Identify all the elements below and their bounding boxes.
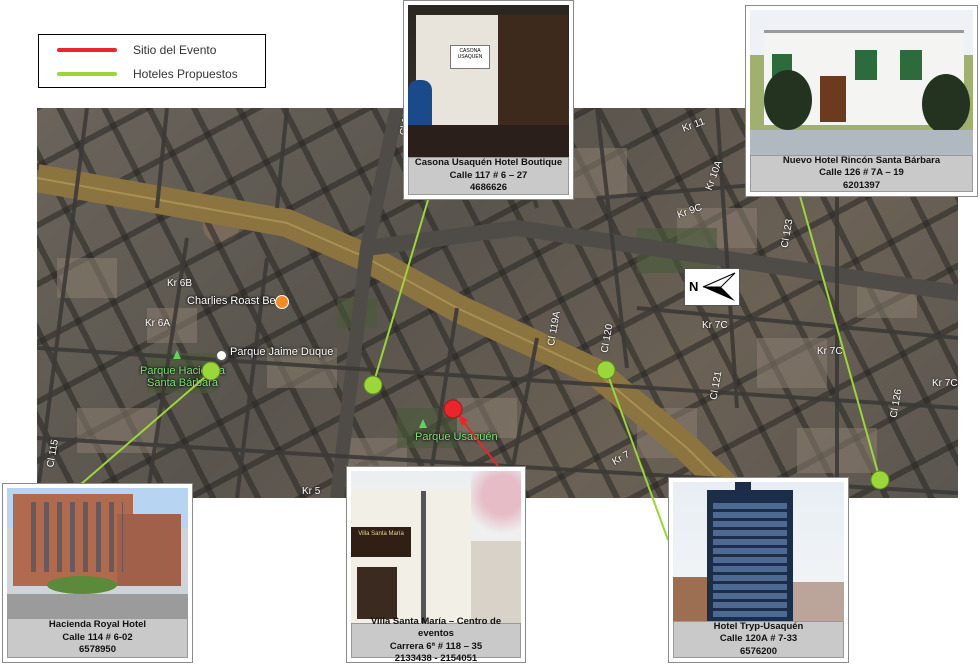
hotel-name: Casona Usaquén Hotel Boutique bbox=[414, 157, 563, 169]
hotel-address: Calle 120A # 7-33 bbox=[719, 633, 798, 645]
place-santa-barbara: Santa Bárbara bbox=[147, 377, 218, 389]
street-label: Kr 6A bbox=[145, 318, 171, 329]
place-parque-usaquen: Parque Usaquén bbox=[415, 431, 498, 443]
hotel-caption: Villa Santa María – Centro de eventos Ca… bbox=[351, 616, 521, 664]
legend-hotels-row: Hoteles Propuestos bbox=[57, 66, 238, 82]
street-label: Kr 5 bbox=[302, 486, 321, 497]
hotel-address: Calle 117 # 6 – 27 bbox=[449, 169, 528, 181]
hotel-name: Hacienda Royal Hotel bbox=[48, 619, 147, 631]
hotel-card-casona[interactable]: CASONA USAQUÉN Casona Usaquén Hotel Bout… bbox=[403, 0, 574, 200]
hotel-phone: 2133438 - 2154051 bbox=[394, 653, 478, 664]
hotel-card-hacienda[interactable]: Hacienda Royal Hotel Calle 114 # 6-02 65… bbox=[2, 483, 193, 663]
hotel-card-tryp[interactable]: Hotel Tryp-Usaquén Calle 120A # 7-33 657… bbox=[668, 477, 849, 663]
hotel-caption: Hacienda Royal Hotel Calle 114 # 6-02 65… bbox=[7, 618, 188, 658]
place-parque-jaime-duque: Parque Jaime Duque bbox=[230, 346, 334, 358]
north-arrow-icon: N bbox=[684, 268, 740, 306]
legend-event-swatch bbox=[57, 48, 117, 52]
park-pin-icon bbox=[215, 349, 228, 362]
map-legend: Sitio del Evento Hoteles Propuestos bbox=[38, 34, 266, 88]
legend-hotels-swatch bbox=[57, 72, 117, 76]
hotel-photo bbox=[750, 10, 973, 160]
hotel-phone: 6201397 bbox=[843, 179, 880, 191]
hotel-phone: 6578950 bbox=[79, 644, 116, 656]
compass-letter: N bbox=[689, 279, 699, 294]
venue-sign: Villa Santa María bbox=[351, 527, 411, 557]
hotel-photo: Villa Santa María bbox=[351, 471, 521, 629]
hotel-phone: 4686626 bbox=[470, 182, 507, 194]
hotel-card-villa-santa-maria[interactable]: Villa Santa María Villa Santa María – Ce… bbox=[346, 466, 526, 664]
hotel-caption: Casona Usaquén Hotel Boutique Calle 117 … bbox=[408, 157, 569, 195]
legend-event-label: Sitio del Evento bbox=[133, 43, 217, 57]
tree-icon bbox=[419, 419, 427, 428]
hotel-card-rincon[interactable]: Nuevo Hotel Rincón Santa Bárbara Calle 1… bbox=[745, 5, 978, 197]
hotel-address: Calle 126 # 7A – 19 bbox=[819, 167, 904, 179]
tree-icon bbox=[173, 350, 181, 359]
street-label: Kr 7C bbox=[932, 378, 958, 389]
street-label: Kr 7C bbox=[817, 346, 843, 357]
hotel-caption: Hotel Tryp-Usaquén Calle 120A # 7-33 657… bbox=[673, 621, 844, 658]
hotel-photo bbox=[673, 482, 844, 626]
street-label: Kr 7C bbox=[702, 320, 728, 331]
legend-event-row: Sitio del Evento bbox=[57, 42, 216, 58]
street-label: Kr 6B bbox=[167, 278, 193, 289]
legend-hotels-label: Hoteles Propuestos bbox=[133, 67, 238, 81]
hotel-photo bbox=[7, 488, 188, 622]
place-parque-hacienda: Parque Hacienda bbox=[140, 365, 226, 377]
hotel-phone: 6576200 bbox=[740, 645, 777, 657]
hotel-name: Villa Santa María – Centro de eventos bbox=[370, 615, 502, 640]
restaurant-icon bbox=[275, 295, 289, 309]
hotel-address: Carrera 6ª # 118 – 35 bbox=[389, 640, 483, 652]
place-charlies-roast-beef: Charlies Roast Beef bbox=[187, 295, 285, 307]
hotel-name: Nuevo Hotel Rincón Santa Bárbara bbox=[782, 154, 941, 166]
hotel-address: Calle 114 # 6-02 bbox=[62, 631, 133, 643]
hotel-photo: CASONA USAQUÉN bbox=[408, 5, 569, 161]
hotel-name: Hotel Tryp-Usaquén bbox=[713, 620, 804, 632]
hotel-sign: CASONA USAQUÉN bbox=[450, 45, 490, 69]
hotel-caption: Nuevo Hotel Rincón Santa Bárbara Calle 1… bbox=[750, 155, 973, 192]
